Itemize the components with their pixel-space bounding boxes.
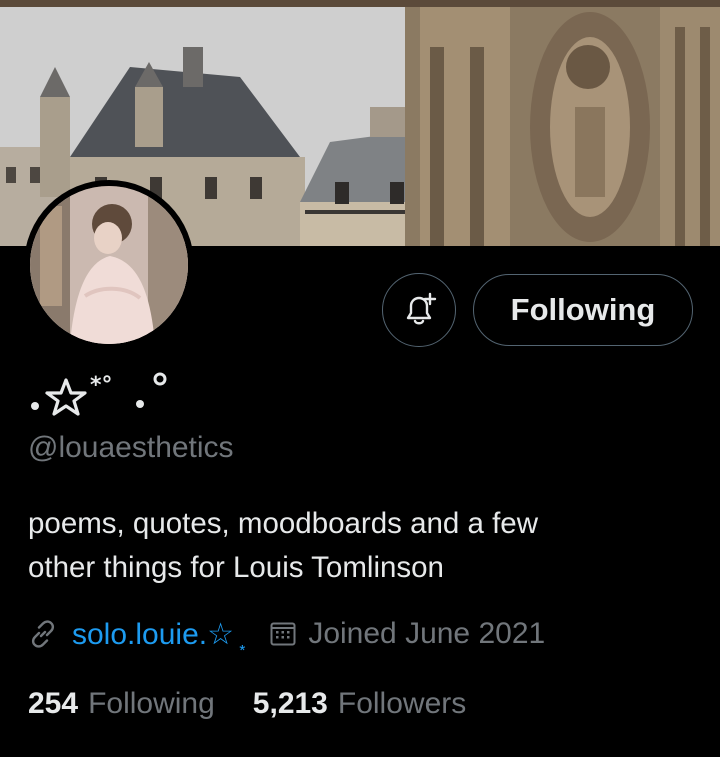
followers-label: Followers xyxy=(337,687,467,720)
followers-count: 5,213 xyxy=(252,687,328,720)
website-link[interactable]: solo.louie.☆ ͙ xyxy=(72,617,242,652)
bell-plus-icon xyxy=(406,292,437,325)
calendar-icon xyxy=(270,622,296,646)
display-name: *° . ☆*° .° xyxy=(28,362,328,422)
following-stat[interactable]: 254 Following xyxy=(28,687,215,721)
joined-date: Joined June 2021 xyxy=(308,617,546,650)
avatar-image xyxy=(30,186,188,344)
following-count: 254 xyxy=(28,687,79,720)
follow-stats: 254 Following 5,213 Followers xyxy=(28,682,466,726)
profile-meta: solo.louie.☆ ͙ Joined June 2021 xyxy=(28,612,545,656)
notifications-button[interactable] xyxy=(382,273,456,347)
avatar[interactable] xyxy=(24,180,194,350)
following-label: Following xyxy=(88,687,215,720)
top-strip xyxy=(0,0,720,7)
display-name-glyphs: *° xyxy=(31,372,167,416)
bio: poems, quotes, moodboards and a few othe… xyxy=(28,507,539,584)
link-icon xyxy=(31,620,55,648)
handle: @louaesthetics xyxy=(28,431,234,464)
followers-stat[interactable]: 5,213 Followers xyxy=(253,687,466,721)
svg-text:*°: *° xyxy=(90,373,113,398)
following-button[interactable]: Following xyxy=(473,274,693,346)
